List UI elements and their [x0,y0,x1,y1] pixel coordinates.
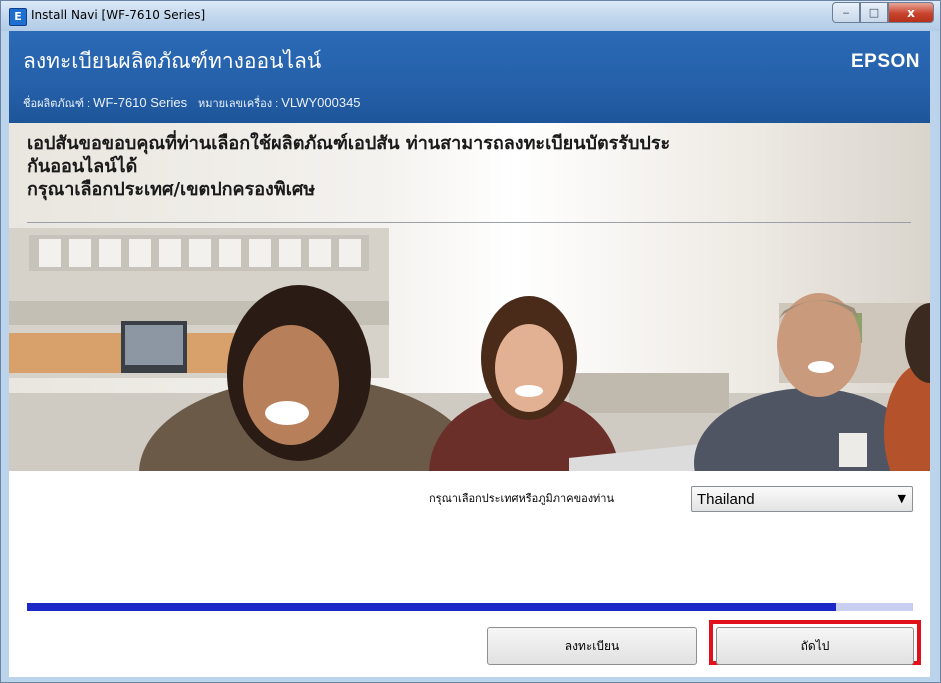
product-name-label: ชื่อผลิตภัณฑ์ : [23,98,94,110]
thank-you-message: เอปสันขอขอบคุณที่ท่านเลือกใช้ผลิตภัณฑ์เอ… [27,132,907,201]
client-area: ลงทะเบียนผลิตภัณฑ์ทางออนไลน์ EPSON ชื่อผ… [9,31,930,677]
next-button[interactable]: ถัดไป [716,627,914,665]
country-label: กรุณาเลือกประเทศหรือภูมิภาคของท่าน [429,492,615,505]
country-dropdown[interactable]: Thailand ▼ [691,486,913,512]
divider [27,222,911,223]
window-controls: ‒ □ x [832,2,934,23]
product-name-value: WF-7610 Series [93,95,188,110]
title-bar[interactable]: E Install Navi [WF-7610 Series] ‒ □ x [1,1,940,31]
close-button[interactable]: x [888,2,934,23]
register-button[interactable]: ลงทะเบียน [487,627,697,665]
product-info: ชื่อผลิตภัณฑ์ : WF-7610 Series หมายเลขเค… [23,94,361,112]
installer-window: E Install Navi [WF-7610 Series] ‒ □ x ลง… [0,0,941,683]
thanks-line-2: กันออนไลน์ได้ [27,156,138,177]
minimize-button[interactable]: ‒ [832,2,860,23]
serial-number-value: VLWY000345 [281,95,361,110]
office-people-photo: เอปสันขอขอบคุณที่ท่านเลือกใช้ผลิตภัณฑ์เอ… [9,123,930,471]
country-selected-value: Thailand [697,491,755,508]
progress-bar [27,603,913,611]
progress-fill [27,603,836,611]
page-title: ลงทะเบียนผลิตภัณฑ์ทางออนไลน์ [23,49,322,73]
serial-number-label: หมายเลขเครื่อง : [197,98,282,110]
epson-logo: EPSON [850,51,920,72]
maximize-button[interactable]: □ [860,2,888,23]
header-band: ลงทะเบียนผลิตภัณฑ์ทางออนไลน์ EPSON ชื่อผ… [9,31,930,123]
epson-app-icon: E [9,8,27,26]
window-title: Install Navi [WF-7610 Series] [31,8,206,22]
thanks-line-3: กรุณาเลือกประเทศ/เขตปกครองพิเศษ [27,179,316,200]
thanks-line-1: เอปสันขอขอบคุณที่ท่านเลือกใช้ผลิตภัณฑ์เอ… [27,133,671,154]
chevron-down-icon[interactable]: ▼ [898,492,906,505]
